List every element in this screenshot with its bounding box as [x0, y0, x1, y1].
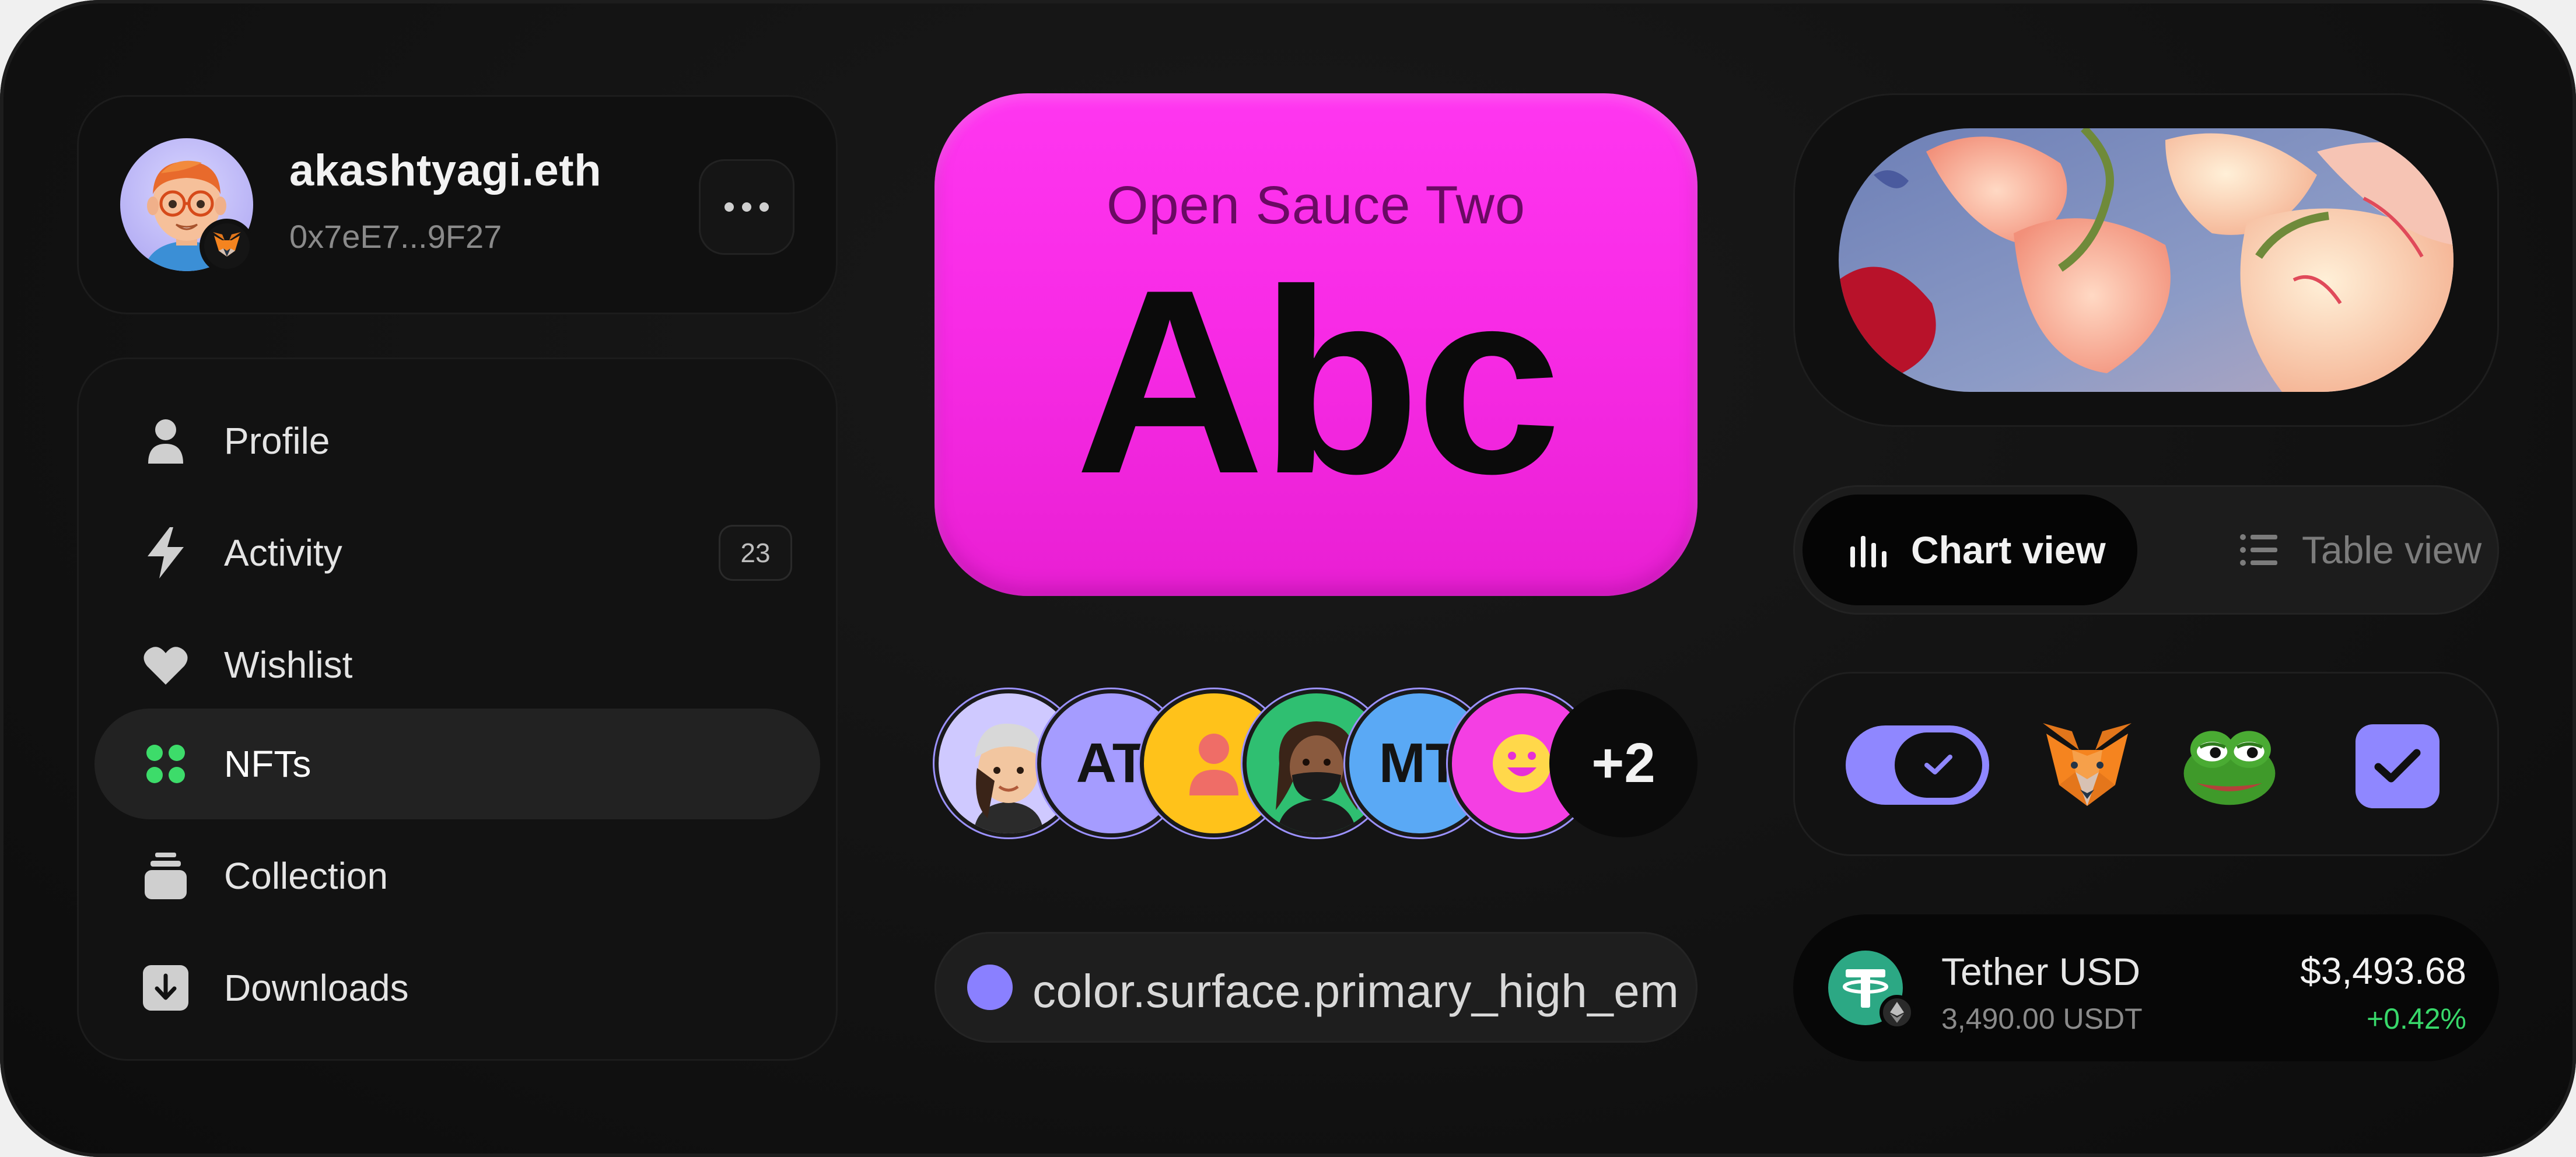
heart-icon	[142, 641, 189, 688]
count-badge: 23	[719, 525, 792, 581]
sidebar-item-label: Activity	[224, 532, 342, 574]
avatar-overflow-count[interactable]: +2	[1549, 689, 1698, 837]
asset-value: $3,493.68	[2300, 950, 2466, 992]
image-card[interactable]	[1793, 93, 2499, 427]
avatar-group[interactable]: AT MT +2	[935, 689, 1698, 837]
app-window: akashtyagi.eth 0x7eE7...9F27 Profile Act…	[0, 0, 2576, 1157]
checkbox[interactable]	[2356, 724, 2440, 808]
metamask-fox-icon[interactable]	[2038, 717, 2136, 815]
font-sample-text: Abc	[1074, 236, 1562, 528]
chart-view-tab[interactable]: Chart view	[1803, 495, 2137, 605]
lightning-icon	[142, 527, 189, 578]
sidebar-item-label: NFTs	[224, 743, 312, 785]
color-token-name: color.surface.primary_high_em	[1032, 965, 1679, 1017]
more-horizontal-icon	[724, 202, 734, 212]
font-preview-card[interactable]: Open Sauce Two Abc	[935, 93, 1698, 596]
controls-card	[1793, 672, 2499, 856]
sidebar-item-collection[interactable]: Collection	[94, 821, 820, 931]
download-icon	[142, 965, 189, 1011]
sidebar-item-nfts[interactable]: NFTs	[94, 709, 820, 819]
asset-name: Tether USD	[1941, 950, 2141, 993]
sidebar-item-label: Collection	[224, 855, 388, 897]
profile-card[interactable]: akashtyagi.eth 0x7eE7...9F27	[77, 95, 838, 314]
toggle-switch[interactable]	[1846, 725, 1989, 805]
bar-chart-icon	[1849, 531, 1887, 569]
font-name: Open Sauce Two	[1106, 176, 1526, 235]
sidebar-item-label: Downloads	[224, 967, 409, 1009]
username: akashtyagi.eth	[289, 146, 601, 195]
sidebar-item-label: Profile	[224, 420, 330, 462]
asset-change: +0.42%	[2367, 1002, 2466, 1035]
check-icon	[1895, 732, 1982, 798]
list-icon	[2240, 531, 2277, 569]
user-icon	[142, 418, 189, 464]
color-token-pill[interactable]: color.surface.primary_high_em	[935, 932, 1698, 1043]
wallet-address[interactable]: 0x7eE7...9F27	[289, 218, 502, 255]
view-toggle: Chart view Table view	[1793, 485, 2499, 615]
stack-icon	[142, 853, 189, 899]
more-options-button[interactable]	[699, 159, 794, 255]
color-swatch	[967, 965, 1013, 1010]
tab-label: Table view	[2302, 528, 2482, 572]
sidebar-item-profile[interactable]: Profile	[94, 385, 820, 496]
sidebar-item-label: Wishlist	[224, 644, 353, 686]
pepe-frog-icon[interactable]	[2180, 717, 2278, 815]
sidebar-item-activity[interactable]: Activity 23	[94, 497, 820, 608]
grid-dots-icon	[142, 741, 189, 787]
table-view-tab[interactable]: Table view	[2182, 495, 2491, 605]
check-icon	[2374, 749, 2421, 783]
sidebar-item-downloads[interactable]: Downloads	[94, 932, 820, 1043]
flower-photo	[1839, 128, 2454, 392]
sidebar-nav: Profile Activity 23 Wishlist NFTs Collec…	[77, 357, 838, 1061]
asset-amount: 3,490.00 USDT	[1941, 1002, 2143, 1035]
asset-row[interactable]: Tether USD 3,490.00 USDT $3,493.68 +0.42…	[1793, 914, 2499, 1061]
tab-label: Chart view	[1911, 528, 2106, 572]
ethereum-icon	[1880, 995, 1915, 1030]
sidebar-item-wishlist[interactable]: Wishlist	[94, 609, 820, 720]
metamask-fox-icon	[200, 219, 254, 274]
